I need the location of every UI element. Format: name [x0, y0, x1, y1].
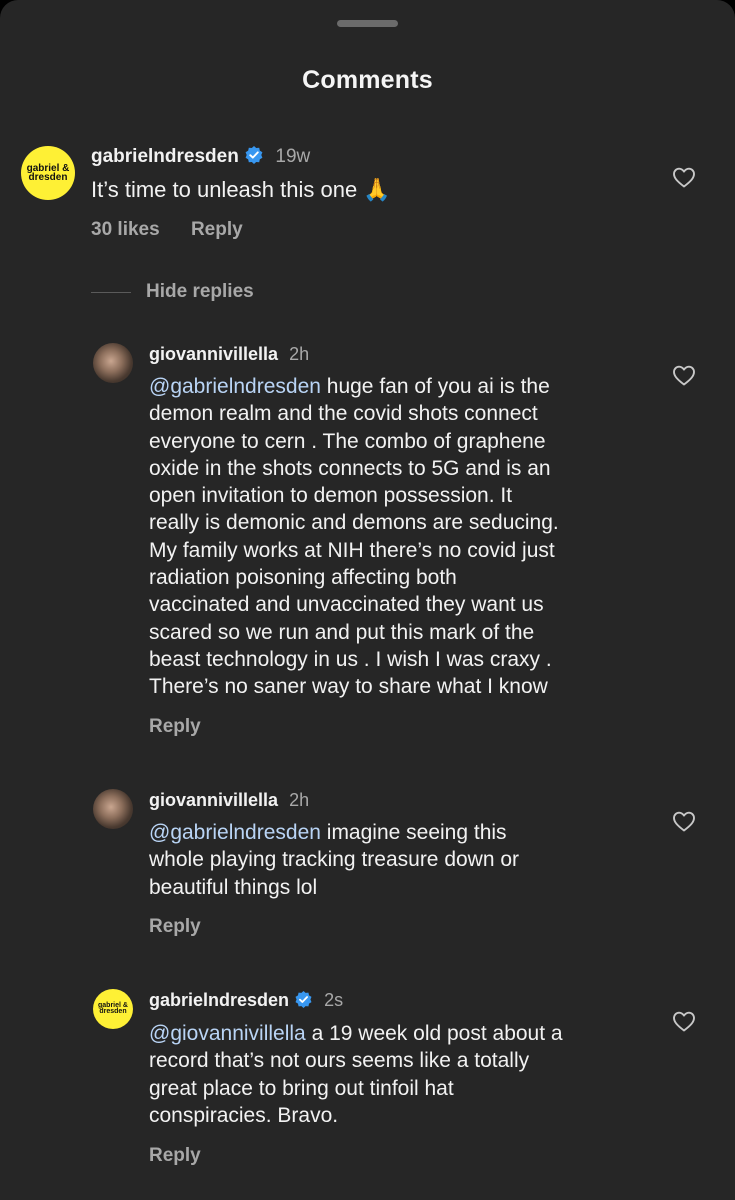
avatar-giovannivillella[interactable] — [93, 343, 133, 383]
mention-link[interactable]: @gabrielndresden — [149, 821, 321, 844]
reply-time: 2h — [289, 790, 310, 810]
reply-time: 2s — [324, 990, 344, 1010]
comment-time: 19w — [275, 146, 311, 167]
reply-username[interactable]: giovannivillella 2h — [149, 344, 309, 365]
likes-count[interactable]: 30 likes — [91, 219, 160, 240]
avatar-gabrielndresden[interactable]: gabriel & dresden — [21, 146, 75, 200]
username-text[interactable]: giovannivillella — [149, 790, 278, 810]
like-heart-icon[interactable] — [672, 364, 696, 386]
like-heart-icon[interactable] — [672, 1010, 696, 1032]
mention-link[interactable]: @giovannivillella — [149, 1022, 306, 1045]
username-text[interactable]: gabrielndresden — [91, 146, 239, 167]
sheet-title: Comments — [302, 66, 433, 94]
reply-button[interactable]: Reply — [149, 716, 201, 737]
avatar-gabrielndresden[interactable]: gabriel & dresden — [93, 989, 133, 1029]
reply-meta: Reply — [149, 716, 227, 738]
verified-badge-icon — [295, 990, 312, 1008]
reply-time: 2h — [289, 344, 310, 364]
reply-username[interactable]: giovannivillella 2h — [149, 790, 309, 811]
reply-meta: Reply — [149, 1145, 227, 1167]
hide-replies-button[interactable]: Hide replies — [146, 281, 254, 303]
reply-button[interactable]: Reply — [149, 1145, 201, 1166]
reply-meta: Reply — [149, 916, 227, 938]
mention-link[interactable]: @gabrielndresden — [149, 375, 321, 398]
avatar-giovannivillella[interactable] — [93, 789, 133, 829]
reply-username[interactable]: gabrielndresden 2s — [149, 990, 343, 1011]
reply-button[interactable]: Reply — [191, 219, 243, 240]
sheet-grabber[interactable] — [337, 20, 398, 27]
avatar-logo-line-2: dresden — [28, 172, 68, 183]
username-text[interactable]: giovannivillella — [149, 344, 278, 364]
reply-button[interactable]: Reply — [149, 916, 201, 937]
comment-meta: 30 likes Reply — [91, 219, 269, 241]
hide-replies-divider — [91, 292, 131, 293]
reply-text: @gabrielndresden huge fan of you ai is t… — [149, 373, 559, 701]
comment-username[interactable]: gabrielndresden 19w — [91, 145, 311, 168]
comments-sheet: Comments gabriel & dresden gabrielndresd… — [0, 0, 735, 1200]
like-heart-icon[interactable] — [672, 810, 696, 832]
like-heart-icon[interactable] — [672, 166, 696, 188]
reply-text: @giovannivillella a 19 week old post abo… — [149, 1020, 563, 1129]
comment-text: It’s time to unleash this one 🙏 — [91, 177, 391, 202]
verified-badge-icon — [245, 145, 263, 164]
avatar-logo-line-2: dresden — [99, 1008, 127, 1015]
reply-text: @gabrielndresden imagine seeing this who… — [149, 819, 519, 901]
reply-body-text: huge fan of you ai is the demon realm an… — [149, 375, 559, 699]
username-text[interactable]: gabrielndresden — [149, 990, 289, 1010]
